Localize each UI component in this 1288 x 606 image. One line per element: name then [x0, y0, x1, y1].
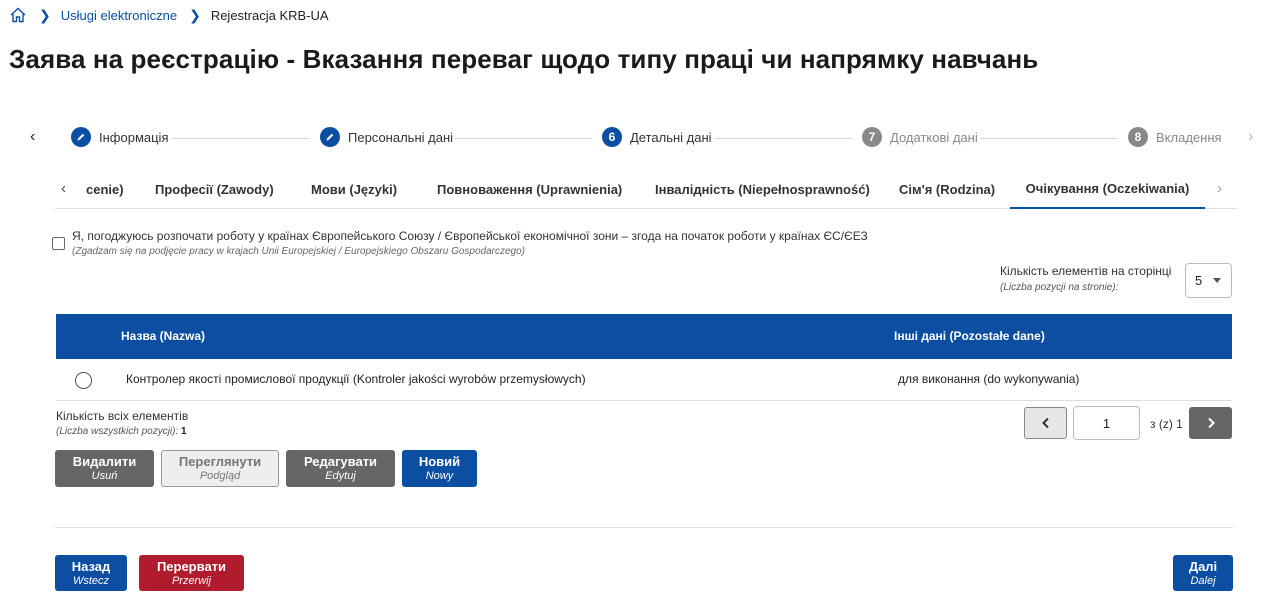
- tab-partial[interactable]: cenie): [86, 170, 124, 208]
- chevron-right-icon: ❯: [39, 6, 51, 23]
- next-page-button[interactable]: [1189, 407, 1232, 439]
- row-other: для виконання (do wykonywania): [898, 372, 1080, 386]
- wizard-stepper: ‹ Інформація Персональні дані 6 Детальні…: [0, 126, 1288, 150]
- step-connector: [172, 138, 310, 139]
- page-title: Заява на реєстрацію - Вказання переваг щ…: [9, 44, 1039, 74]
- stepper-next-icon[interactable]: ›: [1248, 128, 1253, 146]
- total-value: 1: [181, 426, 187, 437]
- tab-professions[interactable]: Професії (Zawody): [155, 170, 274, 208]
- tab-permissions[interactable]: Повноваження (Uprawnienia): [437, 170, 622, 208]
- row-name: Контролер якості промислової продукції (…: [126, 372, 586, 386]
- back-button[interactable]: Назад Wstecz: [55, 555, 127, 591]
- tab-disability[interactable]: Інвалідність (Niepełnosprawność): [655, 170, 870, 208]
- total-label-pl: (Liczba wszystkich pozycji): 1: [56, 426, 188, 437]
- pencil-icon: [320, 127, 340, 147]
- back-label-pl: Wstecz: [72, 574, 110, 587]
- total-count: Кількість всіх елементів (Liczba wszystk…: [56, 409, 188, 437]
- step-attachments: 8 Вкладення: [1128, 127, 1222, 147]
- step-label: Додаткові дані: [890, 129, 978, 145]
- step-detailed-data[interactable]: 6 Детальні дані: [602, 127, 712, 147]
- abort-label-pl: Przerwij: [171, 574, 212, 587]
- new-label-pl: Nowy: [425, 470, 454, 482]
- new-label: Новий: [418, 454, 461, 469]
- next-label: Далі: [1188, 558, 1218, 574]
- total-label-pl-text: (Liczba wszystkich pozycji):: [56, 426, 179, 437]
- pencil-icon: [71, 127, 91, 147]
- delete-label: Видалити: [72, 454, 137, 469]
- step-label: Персональні дані: [348, 129, 454, 145]
- step-number: 8: [1128, 127, 1148, 147]
- breadcrumb-link-services[interactable]: Usługi elektroniczne: [61, 8, 177, 23]
- step-number: 7: [862, 127, 882, 147]
- home-icon[interactable]: [9, 6, 27, 24]
- step-information[interactable]: Інформація: [71, 127, 169, 147]
- tab-languages[interactable]: Мови (Języki): [311, 170, 397, 208]
- chevron-right-icon: [1207, 417, 1215, 429]
- column-header-name[interactable]: Назва (Nazwa): [121, 329, 205, 343]
- stepper-prev-icon[interactable]: ‹: [30, 128, 35, 146]
- consent-checkbox[interactable]: [52, 237, 65, 250]
- page-number-input[interactable]: 1: [1073, 406, 1140, 440]
- per-page-label: Кількість елементів на сторінці (Liczba …: [1000, 264, 1171, 293]
- expectations-table: Назва (Nazwa) Інші дані (Pozostałe dane)…: [56, 314, 1232, 401]
- chevron-left-icon: [1041, 417, 1049, 429]
- table-row[interactable]: Контролер якості промислової продукції (…: [56, 359, 1232, 401]
- breadcrumb-current: Rejestracja KRB-UA: [210, 7, 329, 23]
- abort-button[interactable]: Перервати Przerwij: [139, 555, 244, 591]
- step-label: Детальні дані: [630, 129, 712, 145]
- page-of-label: з (z) 1: [1150, 417, 1183, 431]
- next-label-pl: Dalej: [1190, 574, 1216, 587]
- abort-label: Перервати: [156, 558, 227, 574]
- column-header-other[interactable]: Інші дані (Pozostałe dane): [894, 329, 1045, 343]
- view-label-pl: Podgląd: [199, 470, 241, 482]
- delete-label-pl: Usuń: [91, 470, 118, 482]
- step-connector: [454, 138, 592, 139]
- view-button[interactable]: Переглянути Podgląd: [161, 450, 279, 487]
- per-page-value: 5: [1195, 273, 1203, 288]
- per-page-text: Кількість елементів на сторінці: [1000, 264, 1172, 278]
- chevron-right-icon: ❯: [189, 6, 201, 23]
- step-label: Інформація: [99, 129, 169, 145]
- next-button[interactable]: Далі Dalej: [1173, 555, 1233, 591]
- divider: [55, 527, 1233, 528]
- breadcrumb: ❯ Usługi elektroniczne ❯ Rejestracja KRB…: [9, 6, 329, 24]
- table-header: Назва (Nazwa) Інші дані (Pozostałe dane): [56, 314, 1232, 359]
- consent-label-pl: (Zgadzam się na podjęcie pracy w krajach…: [72, 246, 525, 257]
- new-button[interactable]: Новий Nowy: [402, 450, 477, 487]
- step-connector: [980, 138, 1118, 139]
- view-label: Переглянути: [178, 454, 262, 469]
- total-label: Кількість всіх елементів: [56, 409, 189, 423]
- tabs-next-icon[interactable]: ›: [1217, 180, 1222, 197]
- row-select-radio[interactable]: [75, 372, 92, 389]
- step-label: Вкладення: [1156, 129, 1222, 145]
- per-page-select[interactable]: 5: [1185, 263, 1232, 298]
- edit-button[interactable]: Редагувати Edytuj: [286, 450, 395, 487]
- tabs-prev-icon[interactable]: ‹: [61, 180, 66, 197]
- back-label: Назад: [71, 558, 111, 574]
- edit-label: Редагувати: [303, 454, 378, 469]
- step-personal-data[interactable]: Персональні дані: [320, 127, 453, 147]
- caret-down-icon: [1213, 278, 1221, 283]
- per-page-text-pl: (Liczba pozycji na stronie):: [1000, 282, 1119, 293]
- tab-family[interactable]: Сім'я (Rodzina): [899, 170, 995, 208]
- step-number: 6: [602, 127, 622, 147]
- step-additional-data: 7 Додаткові дані: [862, 127, 978, 147]
- eu-work-consent: Я, погоджуюсь розпочати роботу у країнах…: [52, 229, 868, 259]
- edit-label-pl: Edytuj: [325, 470, 356, 482]
- step-connector: [714, 138, 852, 139]
- section-tabs: ‹ cenie) Професії (Zawody) Мови (Języki)…: [55, 170, 1237, 209]
- tab-expectations[interactable]: Очікування (Oczekiwania): [1010, 170, 1205, 209]
- prev-page-button[interactable]: [1024, 407, 1067, 439]
- delete-button[interactable]: Видалити Usuń: [55, 450, 154, 487]
- consent-label: Я, погоджуюсь розпочати роботу у країнах…: [72, 229, 868, 243]
